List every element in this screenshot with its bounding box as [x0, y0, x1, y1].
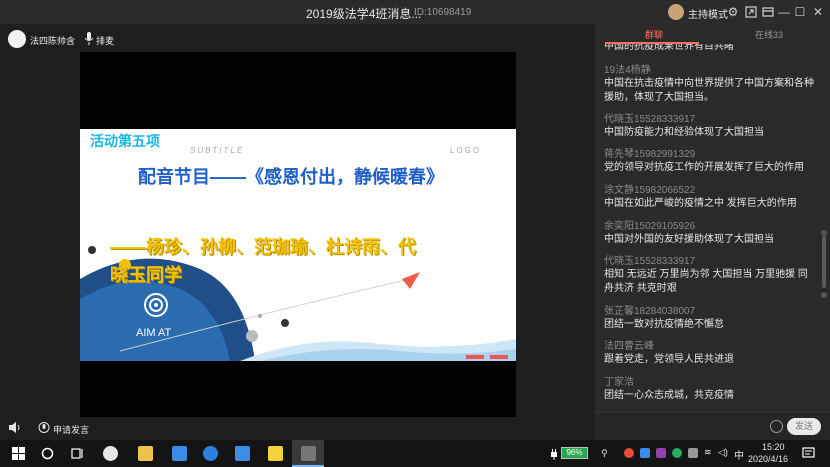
- host-avatar[interactable]: [668, 4, 684, 20]
- maximize-icon[interactable]: ☐: [791, 3, 809, 21]
- window-title: 2019级法学4班消息...: [306, 7, 422, 21]
- message-text: 中国的抗疫成果世界有目共睹: [604, 44, 734, 52]
- tray-app-icon[interactable]: [672, 448, 682, 458]
- task-view-icon[interactable]: [71, 447, 84, 460]
- windows-taskbar: 96% ⚲ ≋ ◁) 中 15:20 2020/4/16: [0, 440, 830, 467]
- battery-indicator[interactable]: 96%: [561, 447, 588, 459]
- message-text: 中国防疫能力和经验体现了大国担当: [604, 127, 764, 138]
- list-item: 蒋先琴15982991329 党的领导对抗疫工作的开展发挥了巨大的作用: [604, 148, 816, 175]
- tab-online[interactable]: 在线33: [755, 28, 783, 41]
- message-sender: 代晓玉15528333917: [604, 114, 696, 125]
- tray-app-icon[interactable]: [640, 448, 650, 458]
- title-bar: 2019级法学4班消息... ID:10698419 主持模式 ⚙ — ☐ ✕: [0, 0, 830, 24]
- message-text: 党的领导对抗疫工作的开展发挥了巨大的作用: [604, 162, 804, 173]
- message-text: 团结一心众志成城，共克疫情: [604, 390, 734, 401]
- bottom-toolbar: 申请发言: [0, 417, 595, 439]
- meeting-app-icon[interactable]: [301, 446, 316, 461]
- presenter-avatar[interactable]: [8, 30, 26, 48]
- input-method[interactable]: 中: [734, 447, 744, 462]
- send-button[interactable]: 发送: [787, 418, 821, 435]
- message-text: 相知 无远近 万里尚为邻 大国担当 万里驰援 同舟共济 共克时艰: [604, 269, 808, 294]
- aim-label: AIM AT: [136, 327, 172, 339]
- message-sender: 涂文静15982066522: [604, 185, 696, 196]
- message-list[interactable]: 中国的抗疫成果世界有目共睹 19法4杨静 中国在抗击疫情中向世界提供了中国方案和…: [595, 44, 820, 412]
- settings-icon[interactable]: ⚙: [724, 3, 742, 21]
- list-item: 张芷馨18284038007 团结一致对抗疫情绝不懈怠: [604, 305, 816, 332]
- shared-screen: 活动第五项 SUBTITLE LOGO 配音节目——《感恩付出，静候暖春》 ——…: [80, 52, 516, 438]
- chat-scrollbar[interactable]: [822, 236, 826, 288]
- mic-queue-label[interactable]: 排麦: [96, 34, 114, 47]
- list-item: 代晓玉15528333917 中国防疫能力和经验体现了大国担当: [604, 113, 816, 140]
- pinwheel-app-icon[interactable]: [103, 446, 118, 461]
- chat-panel: 群聊 在线33 中国的抗疫成果世界有目共睹 19法4杨静 中国在抗击疫情中向世界…: [595, 24, 830, 440]
- people-icon[interactable]: ⚲: [601, 448, 608, 459]
- chat-input-row[interactable]: 发送: [595, 412, 830, 440]
- tray-app-icon[interactable]: [624, 448, 634, 458]
- tray-app-icon[interactable]: [656, 448, 666, 458]
- slide-performers-line2: 晓玉同学: [110, 265, 182, 285]
- wifi-icon[interactable]: ≋: [704, 447, 712, 458]
- speaker-icon[interactable]: [8, 421, 21, 434]
- message-sender: 丁家浩: [604, 377, 634, 388]
- message-sender: 张芷馨18284038007: [604, 306, 696, 317]
- tab-group-chat[interactable]: 群聊: [645, 28, 663, 41]
- message-text: 中国对外国的友好援助体现了大国担当: [604, 234, 774, 245]
- store-icon[interactable]: [172, 446, 187, 461]
- host-mode-label[interactable]: 主持模式: [688, 6, 728, 21]
- request-speak-icon[interactable]: [38, 421, 50, 434]
- list-item: 丁家浩 团结一心众志成城，共克疫情: [604, 376, 816, 403]
- list-item: 余奕阳15029105926 中国对外国的友好援助体现了大国担当: [604, 220, 816, 247]
- mail-icon[interactable]: [235, 446, 250, 461]
- presentation-slide: 活动第五项 SUBTITLE LOGO 配音节目——《感恩付出，静候暖春》 ——…: [80, 129, 516, 361]
- file-explorer-icon[interactable]: [138, 446, 153, 461]
- close-icon[interactable]: ✕: [809, 3, 827, 21]
- message-sender: 代晓玉15528333917: [604, 256, 696, 267]
- power-plug-icon: [551, 449, 557, 460]
- slide-headline: 配音节目——《感恩付出，静候暖春》: [138, 167, 444, 187]
- message-sender: 19法4杨静: [604, 65, 651, 76]
- message-text: 中国在抗击疫情中向世界提供了中国方案和各种援助，体现了大国担当。: [604, 78, 814, 103]
- request-speak-button[interactable]: 申请发言: [53, 423, 89, 436]
- classroom-app-icon[interactable]: [268, 446, 283, 461]
- chat-tabs: 群聊 在线33: [595, 24, 830, 44]
- active-app-slot[interactable]: [292, 440, 324, 467]
- message-sender: 余奕阳15029105926: [604, 221, 696, 232]
- message-sender: 蒋先琴15982991329: [604, 149, 696, 160]
- presenter-name: 法四陈帅含: [30, 36, 76, 46]
- volume-icon[interactable]: ◁): [718, 447, 728, 458]
- share-icon[interactable]: [742, 3, 760, 21]
- slide-logo-placeholder: LOGO: [450, 146, 482, 155]
- clock-date[interactable]: 2020/4/16: [748, 454, 788, 464]
- room-id: ID:10698419: [414, 7, 472, 18]
- slide-subtitle-placeholder: SUBTITLE: [190, 146, 245, 155]
- message-sender: 法四曹云峰: [604, 341, 654, 352]
- classroom-area: 法四陈帅含 排麦 活动第五项 SUBTITLE LOGO 配音节目——《感恩付出…: [0, 24, 595, 440]
- tray-app-icon[interactable]: [688, 448, 698, 458]
- activity-label: 活动第五项: [90, 134, 160, 150]
- message-text: 团结一致对抗疫情绝不懈怠: [604, 319, 724, 330]
- message-text: 中国在如此严峻的疫情之中 发挥巨大的作用: [604, 198, 797, 209]
- list-item: 中国的抗疫成果世界有目共睹: [604, 44, 816, 54]
- notification-icon[interactable]: [802, 447, 815, 460]
- message-text: 跟着党走，党领导人民共进退: [604, 354, 734, 365]
- scroll-down-button[interactable]: [821, 292, 827, 298]
- search-icon[interactable]: [41, 447, 54, 460]
- list-item: 19法4杨静 中国在抗击疫情中向世界提供了中国方案和各种援助，体现了大国担当。: [604, 64, 816, 105]
- mic-icon[interactable]: [84, 32, 94, 46]
- list-item: 涂文静15982066522 中国在如此严峻的疫情之中 发挥巨大的作用: [604, 184, 816, 211]
- list-item: 法四曹云峰 跟着党走，党领导人民共进退: [604, 340, 816, 367]
- browser-icon[interactable]: [203, 446, 218, 461]
- emoji-icon[interactable]: [770, 420, 783, 433]
- slide-performers-line1: ——杨珍、孙柳、范珈瑜、杜诗雨、代: [110, 237, 416, 257]
- clock-time[interactable]: 15:20: [762, 442, 785, 452]
- windows-start-icon[interactable]: [12, 447, 25, 460]
- list-item: 代晓玉15528333917 相知 无远近 万里尚为邻 大国担当 万里驰援 同舟…: [604, 255, 816, 296]
